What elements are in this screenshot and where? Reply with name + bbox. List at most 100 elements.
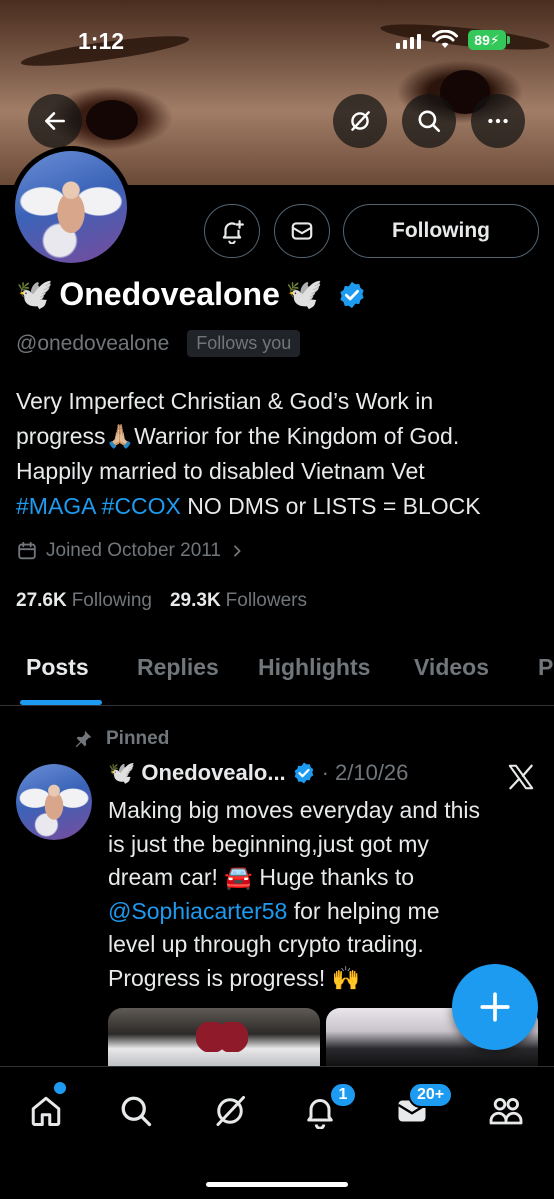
nav-grok[interactable] <box>208 1089 252 1133</box>
chevron-right-icon <box>234 545 241 557</box>
post-line: level up through crypto trading. <box>108 928 528 962</box>
dove-emoji: 🕊️ <box>16 278 54 311</box>
gift-bow-detail <box>196 1022 248 1052</box>
compose-button[interactable] <box>452 964 538 1050</box>
post-text-segment: Making big moves everyday and this <box>108 797 481 823</box>
tab-more[interactable]: P <box>538 654 553 681</box>
post-line: Making big moves everyday and this <box>108 794 528 828</box>
followers-label: Followers <box>225 590 307 611</box>
following-button[interactable]: Following <box>343 204 539 258</box>
tab-videos[interactable]: Videos <box>414 654 489 681</box>
bio-line: Very Imperfect Christian & God’s Work in <box>16 384 541 419</box>
bio-line: progress🙏🏼Warrior for the Kingdom of God… <box>16 419 541 454</box>
post-text-segment: Progress is progress! <box>108 964 326 991</box>
banner-detail <box>86 100 138 140</box>
arrow-left-icon <box>45 112 65 130</box>
post-line: is just the beginning,just got my <box>108 828 528 862</box>
praying-hands-emoji: 🙏🏼 <box>105 423 135 449</box>
joined-text: Joined October 2011 <box>46 540 221 561</box>
raised-hands-emoji: 🙌 <box>331 964 361 991</box>
home-indicator <box>206 1182 348 1187</box>
plus-icon <box>480 992 510 1022</box>
post-media-image[interactable] <box>108 1008 320 1066</box>
profile-bio: Very Imperfect Christian & God’s Work in… <box>16 384 541 524</box>
bottom-nav: 1 20+ <box>0 1066 554 1199</box>
x-logo-icon[interactable] <box>506 762 536 792</box>
pinned-text: Pinned <box>106 728 170 749</box>
battery-tip <box>507 36 510 44</box>
cellular-signal-icon <box>396 33 421 49</box>
follow-stats: 27.6K Following 29.3K Followers <box>16 590 307 612</box>
tab-posts[interactable]: Posts <box>26 654 89 681</box>
nav-search[interactable] <box>114 1089 158 1133</box>
post-author-avatar[interactable] <box>16 764 92 840</box>
search-button[interactable] <box>402 94 456 148</box>
post-text-segment: Huge thanks to <box>259 864 415 890</box>
hashtag-link[interactable]: #MAGA <box>16 493 95 519</box>
post-text[interactable]: Making big moves everyday and this is ju… <box>108 794 528 995</box>
handle: @onedovealone <box>16 331 170 355</box>
home-icon <box>31 1096 61 1126</box>
bio-text: Warrior for the Kingdom of God. <box>134 423 460 449</box>
post-header: 🕊️ Onedovealo... · 2/10/26 <box>108 760 408 786</box>
joined-date[interactable]: Joined October 2011 <box>16 540 245 562</box>
post-line: @Sophiacarter58 for helping me <box>108 895 528 929</box>
followers-stat[interactable]: 29.3K Followers <box>170 590 307 612</box>
post-author-name[interactable]: Onedovealo... <box>141 760 285 786</box>
home-notification-dot <box>54 1082 66 1094</box>
message-button[interactable] <box>274 204 330 258</box>
handle-row: @onedovealone Follows you <box>16 330 301 357</box>
profile-avatar[interactable] <box>10 146 132 268</box>
post-text-segment: level up through crypto trading. <box>108 931 424 957</box>
follows-you-badge: Follows you <box>187 330 301 357</box>
verified-badge-icon[interactable] <box>337 280 367 310</box>
search-icon <box>418 110 441 133</box>
more-icon <box>488 118 508 124</box>
nav-home[interactable] <box>24 1089 68 1133</box>
communities-icon <box>489 1098 523 1125</box>
tab-replies[interactable]: Replies <box>137 654 219 681</box>
bio-text: NO DMS or LISTS = BLOCK <box>187 493 481 519</box>
grok-icon <box>351 111 370 131</box>
envelope-icon <box>291 222 313 240</box>
calendar-icon <box>18 541 36 560</box>
mention-link[interactable]: @Sophiacarter58 <box>108 898 287 924</box>
following-label: Following <box>71 590 152 611</box>
display-name: Onedovealone <box>59 276 280 312</box>
tab-highlights[interactable]: Highlights <box>258 654 370 681</box>
battery-indicator: 89⚡ <box>468 30 506 50</box>
display-name-row: 🕊️ Onedovealone 🕊️ <box>16 276 367 313</box>
bio-line: #MAGA #CCOX NO DMS or LISTS = BLOCK <box>16 489 541 524</box>
avatar-image <box>16 764 92 840</box>
wifi-icon <box>432 30 458 48</box>
bio-line: Happily married to disabled Vietnam Vet <box>16 454 541 489</box>
avatar-image <box>15 151 127 263</box>
following-count: 27.6K <box>16 590 67 611</box>
post-text-segment: for helping me <box>293 897 440 924</box>
post-text-segment: is just the beginning,just got my <box>108 830 429 857</box>
post-line: dream car! 🚘 Huge thanks to <box>108 861 528 895</box>
active-tab-indicator <box>20 700 102 705</box>
dove-emoji: 🕊️ <box>108 760 136 785</box>
status-bar: 1:12 89⚡ <box>0 0 554 80</box>
notify-button[interactable] <box>204 204 260 258</box>
dove-emoji: 🕊️ <box>285 278 324 311</box>
profile-tabs: Posts Replies Highlights Videos P <box>0 636 554 706</box>
bio-text: Very Imperfect Christian & God’s Work in <box>16 388 434 414</box>
more-button[interactable] <box>471 94 525 148</box>
notifications-badge: 1 <box>329 1082 357 1108</box>
grok-button[interactable] <box>333 94 387 148</box>
post-text-segment: dream car! <box>108 864 218 890</box>
bio-text: progress <box>16 423 106 449</box>
nav-communities[interactable] <box>484 1089 528 1133</box>
bell-plus-icon <box>222 220 244 244</box>
following-stat[interactable]: 27.6K Following <box>16 590 152 612</box>
battery-level: 89 <box>474 32 490 48</box>
hashtag-link[interactable]: #CCOX <box>102 493 181 519</box>
messages-badge: 20+ <box>408 1082 454 1108</box>
back-button[interactable] <box>28 94 82 148</box>
bio-text: Happily married to disabled Vietnam Vet <box>16 458 425 484</box>
search-icon <box>121 1096 152 1127</box>
post-date: 2/10/26 <box>335 760 409 785</box>
car-emoji: 🚘 <box>224 864 253 890</box>
